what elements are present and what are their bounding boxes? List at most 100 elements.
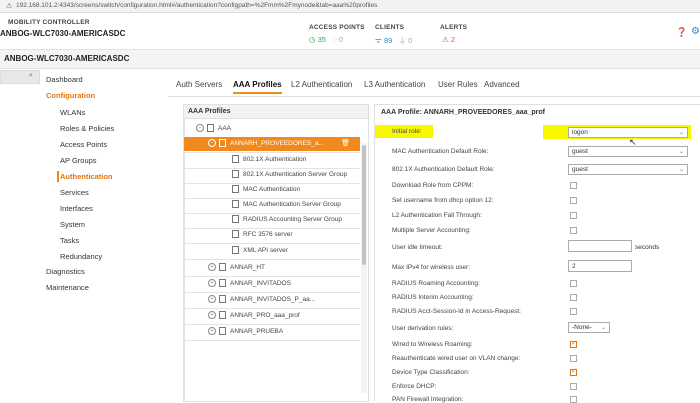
tree-row-child[interactable]: 802.1X Authentication Server Group bbox=[232, 168, 347, 182]
dot1x-default-role-select[interactable]: guest ⌄ bbox=[568, 164, 688, 175]
reauth-wired-checkbox[interactable] bbox=[570, 355, 577, 362]
download-role-checkbox[interactable] bbox=[570, 182, 577, 189]
clients-label: CLIENTS bbox=[375, 24, 405, 31]
settings-icon[interactable]: ⚙ bbox=[691, 26, 700, 37]
tree-row-child[interactable]: MAC Authentication Server Group bbox=[232, 198, 341, 212]
initial-role-label: Initial role: bbox=[392, 128, 422, 135]
radius-interim-checkbox[interactable] bbox=[570, 294, 577, 301]
nav-system[interactable]: System bbox=[60, 220, 85, 229]
tab-user-rules[interactable]: User Rules bbox=[438, 80, 478, 89]
enforce-dhcp-checkbox[interactable] bbox=[570, 383, 577, 390]
delete-icon[interactable]: 🗑 bbox=[341, 137, 350, 151]
radius-acct-session-checkbox[interactable] bbox=[570, 308, 577, 315]
doc-icon bbox=[232, 200, 239, 209]
tree-row-profile[interactable]: + ANNAR_HT bbox=[208, 261, 265, 275]
nav-diagnostics[interactable]: Diagnostics bbox=[46, 267, 85, 276]
clients-status[interactable]: ᯤ 89 ⏚ 0 bbox=[375, 35, 412, 46]
radius-roaming-checkbox[interactable] bbox=[570, 280, 577, 287]
doc-icon bbox=[232, 185, 239, 194]
radius-roaming-label: RADIUS Roaming Accounting: bbox=[392, 280, 480, 287]
alerts-status[interactable]: ⚠ 2 bbox=[442, 35, 455, 44]
set-username-checkbox[interactable] bbox=[570, 197, 577, 204]
chevron-down-icon: ⌄ bbox=[678, 130, 684, 136]
tree-row-child[interactable]: RADIUS Accounting Server Group bbox=[232, 213, 342, 227]
tree-row-selected-profile[interactable]: − ANNARH_PROVEEDORES_a... 🗑 bbox=[184, 137, 360, 151]
nav-roles-policies[interactable]: Roles & Policies bbox=[60, 124, 114, 133]
expand-icon[interactable]: + bbox=[208, 279, 216, 288]
initial-role-select[interactable]: logon ⌄ bbox=[568, 127, 688, 138]
tab-aaa-profiles[interactable]: AAA Profiles bbox=[233, 80, 282, 94]
nav-maintenance[interactable]: Maintenance bbox=[46, 283, 89, 292]
max-ipv4-input[interactable]: 2 bbox=[568, 260, 632, 272]
aaa-profile-details: AAA Profile: ANNARH_PROVEEDORES_aaa_prof… bbox=[374, 104, 700, 403]
tree-label: ANNAR_INVITADOS_P_aa... bbox=[230, 296, 316, 303]
alerts-label: ALERTS bbox=[440, 24, 468, 31]
tab-l3-authentication[interactable]: L3 Authentication bbox=[364, 80, 425, 89]
wireless-count: 89 bbox=[383, 36, 393, 45]
nav-redundancy[interactable]: Redundancy bbox=[60, 252, 102, 261]
tab-advanced[interactable]: Advanced bbox=[484, 80, 520, 89]
doc-icon bbox=[232, 170, 239, 179]
tree-row-child[interactable]: MAC Authentication bbox=[232, 183, 300, 197]
tab-l2-authentication[interactable]: L2 Authentication bbox=[291, 80, 352, 89]
ap-down-count: 0 bbox=[338, 35, 343, 44]
row-divider bbox=[184, 340, 360, 341]
tree-label: AAA bbox=[218, 125, 232, 132]
collapse-icon[interactable]: − bbox=[208, 139, 216, 148]
expand-icon[interactable]: + bbox=[208, 311, 216, 320]
nav-wlans[interactable]: WLANs bbox=[60, 108, 85, 117]
user-derivation-select[interactable]: -None- ⌄ bbox=[568, 322, 610, 333]
wireless-icon: ᯤ bbox=[375, 36, 382, 45]
reauth-wired-label: Reauthenticate wired user on VLAN change… bbox=[392, 355, 521, 362]
nav-access-points[interactable]: Access Points bbox=[60, 140, 107, 149]
profile-icon bbox=[219, 327, 226, 336]
tree-row-profile[interactable]: + ANNAR_PRUEBA bbox=[208, 325, 283, 339]
l2-fallthrough-checkbox[interactable] bbox=[570, 212, 577, 219]
max-ipv4-label: Max IPv4 for wireless user: bbox=[392, 264, 471, 271]
tab-auth-servers[interactable]: Auth Servers bbox=[176, 80, 222, 89]
expand-icon[interactable]: + bbox=[208, 263, 216, 272]
tree-label: XML API server bbox=[243, 247, 288, 254]
tree-label: 802.1X Authentication bbox=[243, 156, 307, 163]
nav-active-indicator bbox=[57, 171, 59, 182]
dot1x-default-role-label: 802.1X Authentication Default Role: bbox=[392, 166, 495, 173]
tree-row-profile[interactable]: + ANNAR_INVITADOS_P_aa... bbox=[208, 293, 315, 307]
multiple-accounting-checkbox[interactable] bbox=[570, 227, 577, 234]
collapse-icon[interactable]: − bbox=[196, 124, 204, 133]
tree-row-child[interactable]: RFC 3576 server bbox=[232, 228, 293, 242]
idle-timeout-input[interactable] bbox=[568, 240, 632, 252]
ap-down-icon: ◌ bbox=[332, 35, 337, 44]
mac-default-role-select[interactable]: guest ⌄ bbox=[568, 146, 688, 157]
dot1x-default-role-value: guest bbox=[572, 166, 588, 173]
nav-interfaces[interactable]: Interfaces bbox=[60, 204, 93, 213]
tree-row-child[interactable]: XML API server bbox=[232, 244, 288, 258]
url-text[interactable]: 192.168.101.2:4343/screens/switch/config… bbox=[16, 2, 377, 9]
wired-to-wireless-checkbox[interactable] bbox=[570, 339, 577, 348]
expand-icon[interactable]: + bbox=[208, 295, 216, 304]
tree-label: ANNAR_HT bbox=[230, 264, 266, 271]
nav-configuration[interactable]: Configuration bbox=[46, 91, 95, 100]
browser-url-bar[interactable]: ⚠ 192.168.101.2:4343/screens/switch/conf… bbox=[0, 0, 700, 13]
nav-authentication[interactable]: Authentication bbox=[60, 172, 113, 181]
doc-icon bbox=[232, 215, 239, 224]
ap-up-icon: ◷ bbox=[309, 35, 316, 44]
nav-services[interactable]: Services bbox=[60, 188, 89, 197]
profile-icon bbox=[219, 279, 226, 288]
tree-scroll-thumb[interactable] bbox=[362, 145, 366, 265]
expand-icon[interactable]: + bbox=[208, 327, 216, 336]
nav-tasks[interactable]: Tasks bbox=[60, 236, 79, 245]
tree-search[interactable]: ⌕ bbox=[0, 70, 40, 84]
access-points-status[interactable]: ◷ 35 ◌ 0 bbox=[309, 35, 343, 44]
user-derivation-value: -None- bbox=[572, 324, 592, 331]
tree-row-child[interactable]: 802.1X Authentication bbox=[232, 153, 306, 167]
help-icon[interactable]: ❓ bbox=[676, 27, 687, 38]
nav-ap-groups[interactable]: AP Groups bbox=[60, 156, 97, 165]
device-type-checkbox[interactable] bbox=[570, 367, 577, 376]
tree-row-profile[interactable]: + ANNAR_INVITADOS bbox=[208, 277, 291, 291]
tree-row-aaa[interactable]: − AAA bbox=[196, 122, 356, 136]
tree-row-profile[interactable]: + ANNAR_PRO_aaa_prof bbox=[208, 309, 300, 323]
search-icon[interactable]: ⌕ bbox=[29, 72, 33, 80]
profile-details-title: AAA Profile: ANNARH_PROVEEDORES_aaa_prof bbox=[381, 109, 546, 116]
nav-dashboard[interactable]: Dashboard bbox=[46, 75, 83, 84]
wired-count: 0 bbox=[408, 36, 413, 45]
